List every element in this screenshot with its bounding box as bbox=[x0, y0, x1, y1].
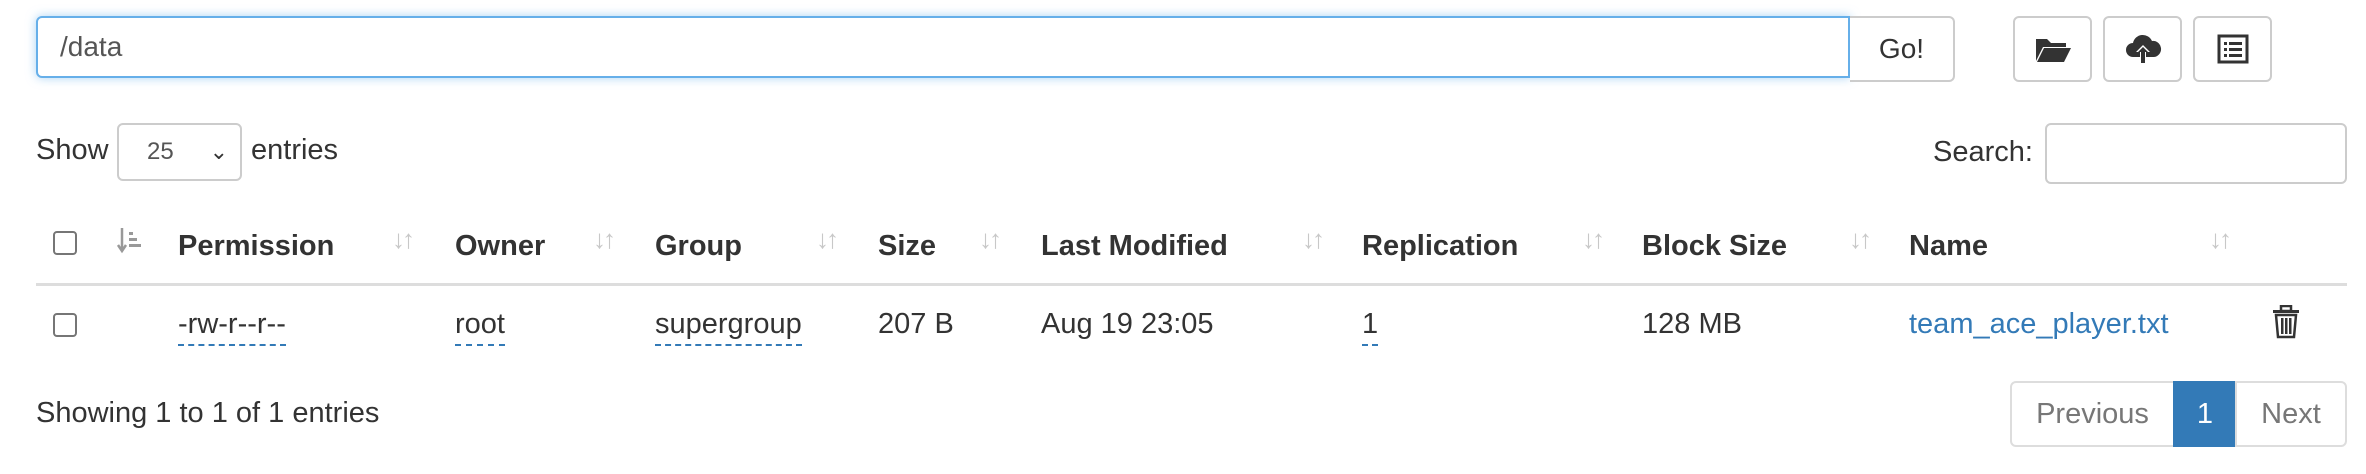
sort-icon[interactable]: ↓↑ bbox=[392, 224, 415, 255]
show-label: Show bbox=[36, 134, 109, 166]
row-checkbox[interactable] bbox=[53, 313, 77, 337]
search-label: Search: bbox=[1933, 136, 2033, 168]
col-size[interactable]: Size bbox=[878, 228, 936, 264]
create-directory-button[interactable] bbox=[2013, 16, 2092, 82]
col-owner[interactable]: Owner bbox=[455, 228, 545, 264]
size-cell: 207 B bbox=[878, 308, 954, 340]
table-info: Showing 1 to 1 of 1 entries bbox=[36, 397, 380, 429]
sort-icon[interactable]: ↓↑ bbox=[1582, 224, 1605, 255]
sort-icon[interactable]: ↓↑ bbox=[2209, 224, 2232, 255]
previous-button[interactable]: Previous bbox=[2010, 381, 2175, 447]
col-permission[interactable]: Permission bbox=[178, 228, 334, 264]
replication-cell[interactable]: 1 bbox=[1362, 306, 1379, 346]
col-replication[interactable]: Replication bbox=[1362, 228, 1518, 264]
entries-select-value: 25 bbox=[147, 138, 174, 165]
sort-icon[interactable]: ↓↑ bbox=[1302, 224, 1325, 255]
last-modified-cell: Aug 19 23:05 bbox=[1041, 308, 1214, 340]
group-cell[interactable]: supergroup bbox=[655, 306, 802, 346]
select-all-checkbox[interactable] bbox=[53, 231, 77, 255]
list-alt-icon bbox=[2217, 34, 2248, 64]
entries-label: entries bbox=[251, 134, 339, 166]
sort-icon[interactable]: ↓↑ bbox=[979, 224, 1002, 255]
upload-button[interactable] bbox=[2103, 16, 2182, 82]
chevron-down-icon: ⌄ bbox=[209, 139, 228, 164]
header-divider bbox=[36, 283, 2347, 286]
sort-icon[interactable]: ↓↑ bbox=[1849, 224, 1872, 255]
owner-cell[interactable]: root bbox=[455, 306, 505, 346]
cut-paste-button[interactable] bbox=[2193, 16, 2272, 82]
search-input[interactable] bbox=[2045, 123, 2347, 184]
sort-asc-icon[interactable] bbox=[116, 226, 146, 261]
col-block-size[interactable]: Block Size bbox=[1642, 228, 1787, 264]
folder-open-icon bbox=[2035, 39, 2071, 62]
trash-icon bbox=[2273, 304, 2299, 339]
page-1-button[interactable]: 1 bbox=[2173, 381, 2237, 447]
delete-button[interactable] bbox=[2271, 304, 2301, 344]
entries-select[interactable]: 25 ⌄ bbox=[117, 123, 242, 181]
path-input[interactable] bbox=[36, 16, 1850, 78]
col-last-modified[interactable]: Last Modified bbox=[1041, 228, 1228, 264]
block-size-cell: 128 MB bbox=[1642, 308, 1742, 340]
sort-icon[interactable]: ↓↑ bbox=[593, 224, 616, 255]
permission-cell[interactable]: -rw-r--r-- bbox=[178, 306, 286, 346]
next-button[interactable]: Next bbox=[2235, 381, 2347, 447]
col-name[interactable]: Name bbox=[1909, 228, 1988, 264]
col-group[interactable]: Group bbox=[655, 228, 742, 264]
sort-icon[interactable]: ↓↑ bbox=[816, 224, 839, 255]
go-button[interactable]: Go! bbox=[1850, 16, 1955, 82]
cloud-upload-icon bbox=[2125, 34, 2161, 63]
file-name-link[interactable]: team_ace_player.txt bbox=[1909, 306, 2169, 342]
